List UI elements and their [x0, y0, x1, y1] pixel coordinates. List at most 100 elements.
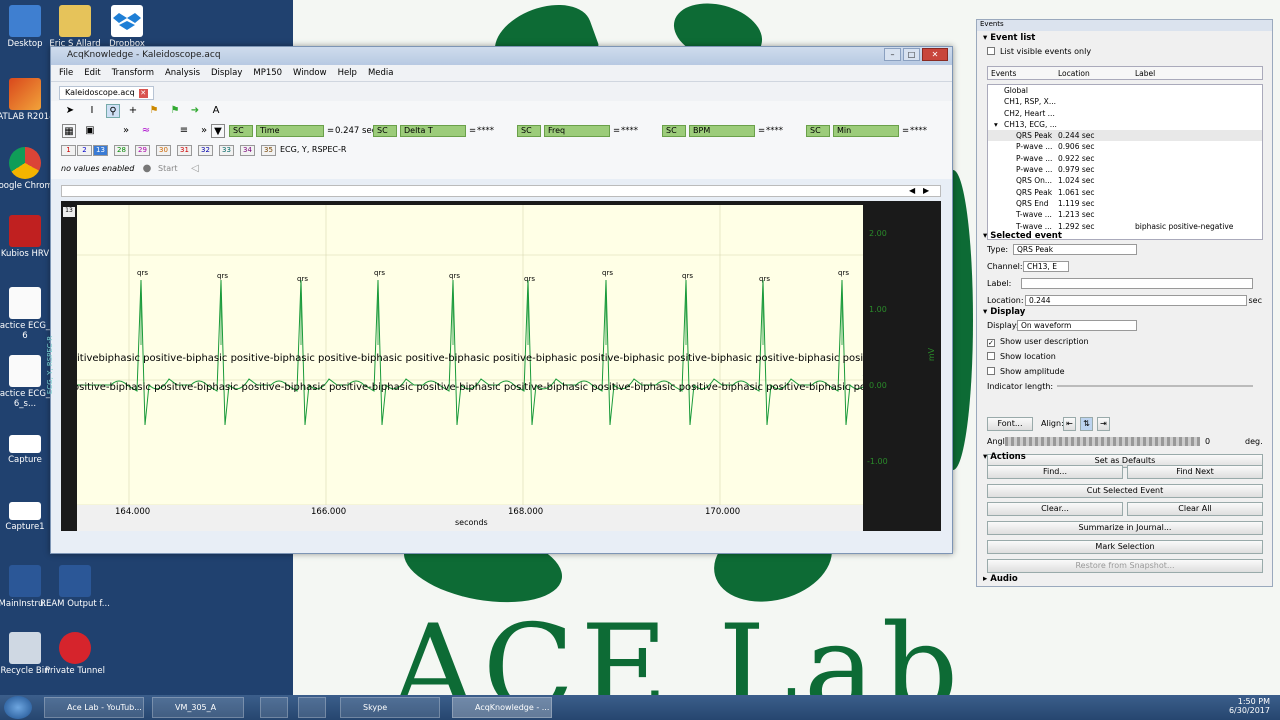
desktop-icon-ream-output[interactable]: REAM Output f...: [40, 565, 110, 609]
measure-5-type[interactable]: Min: [833, 125, 899, 137]
taskbar-item-chrome[interactable]: Ace Lab - YouTub...: [44, 697, 144, 718]
channel-button-29[interactable]: 29: [135, 145, 150, 156]
menu-display[interactable]: Display: [211, 68, 242, 81]
event-flag-icon[interactable]: ⚑: [147, 104, 161, 118]
column-label[interactable]: Label: [1135, 69, 1155, 78]
find-button[interactable]: Find...: [987, 465, 1123, 479]
window-titlebar[interactable]: AcqKnowledge - Kaleidoscope.acq – □ ✕: [51, 47, 952, 65]
menu-file[interactable]: File: [59, 68, 73, 81]
column-location[interactable]: Location: [1058, 69, 1090, 78]
channel-button-28[interactable]: 28: [114, 145, 129, 156]
start-button[interactable]: Start: [158, 164, 178, 173]
align-left-icon[interactable]: ⇤: [1063, 417, 1076, 431]
list-item[interactable]: P-wave ... 0.922 sec: [988, 153, 1262, 164]
list-item[interactable]: Global: [988, 85, 1262, 96]
list-item[interactable]: CH1, RSP, X...: [988, 96, 1262, 107]
angle-value[interactable]: 0: [1205, 435, 1210, 448]
expand-icon[interactable]: »: [119, 124, 133, 138]
document-tab[interactable]: Kaleidoscope.acq ✕: [59, 86, 154, 100]
align-right-icon[interactable]: ⇥: [1097, 417, 1110, 431]
display-heading[interactable]: ▾ Display: [977, 305, 1272, 319]
actions-heading[interactable]: ▾ Actions: [977, 450, 1272, 464]
show-user-description-checkbox[interactable]: ✓ Show user description: [977, 335, 1272, 348]
ibeam-tool-icon[interactable]: I: [85, 104, 99, 118]
measure-5-channel[interactable]: SC: [806, 125, 830, 137]
find-next-button[interactable]: Find Next: [1127, 465, 1263, 479]
menu-media[interactable]: Media: [368, 68, 394, 81]
menu-transform[interactable]: Transform: [112, 68, 154, 81]
taskbar-item-media[interactable]: [298, 697, 326, 718]
list-item[interactable]: T-wave ... 1.213 sec: [988, 209, 1262, 220]
scroll-left-icon[interactable]: ◀: [909, 186, 919, 196]
channel-select[interactable]: CH13, E: [1023, 261, 1069, 272]
measure-2-type[interactable]: Delta T: [400, 125, 466, 137]
menu-window[interactable]: Window: [293, 68, 327, 81]
taskbar-item-excel[interactable]: [260, 697, 288, 718]
selected-event-heading[interactable]: ▾ Selected event: [977, 229, 1272, 243]
display-select[interactable]: On waveform: [1017, 320, 1137, 331]
overview-scrollbar[interactable]: [61, 185, 941, 197]
column-events[interactable]: Events: [991, 69, 1016, 78]
show-location-checkbox[interactable]: Show location: [977, 350, 1272, 363]
measure-3-type[interactable]: Freq: [544, 125, 610, 137]
channel-button-13[interactable]: 13: [93, 145, 108, 156]
indicator-length-slider[interactable]: [1057, 385, 1253, 387]
close-button[interactable]: ✕: [922, 48, 948, 61]
list-item[interactable]: QRS End 1.119 sec: [988, 198, 1262, 209]
label-input[interactable]: [1021, 278, 1253, 289]
type-select[interactable]: QRS Peak: [1013, 244, 1137, 255]
list-item[interactable]: QRS Peak 1.061 sec: [988, 187, 1262, 198]
measure-1-type[interactable]: Time: [256, 125, 324, 137]
dropdown-arrow-icon[interactable]: ▼: [211, 124, 225, 138]
start-button-icon[interactable]: [4, 696, 32, 719]
clear-button[interactable]: Clear...: [987, 502, 1123, 516]
channel-button-2[interactable]: 2: [77, 145, 92, 156]
align-center-icon[interactable]: ⇅: [1080, 417, 1093, 431]
zoom-tool-icon[interactable]: ⚲: [106, 104, 120, 118]
maximize-button[interactable]: □: [903, 48, 920, 61]
arrow-tool-icon[interactable]: ➤: [63, 104, 77, 118]
close-tab-icon[interactable]: ✕: [138, 89, 148, 98]
list-item[interactable]: ▾ CH13, ECG, ...: [988, 119, 1262, 130]
channel-button-31[interactable]: 31: [177, 145, 192, 156]
channel-button-32[interactable]: 32: [198, 145, 213, 156]
expand-icon[interactable]: »: [197, 124, 211, 138]
measure-4-type[interactable]: BPM: [689, 125, 755, 137]
crosshair-tool-icon[interactable]: +: [126, 104, 140, 118]
rewind-icon[interactable]: ◁: [188, 162, 202, 176]
event-tool-icon[interactable]: ⚑: [168, 104, 182, 118]
list-item[interactable]: P-wave ... 0.906 sec: [988, 141, 1262, 152]
grid-icon[interactable]: ▦: [62, 124, 76, 138]
channel-button-30[interactable]: 30: [156, 145, 171, 156]
desktop-icon-private-tunnel[interactable]: Private Tunnel: [40, 632, 110, 676]
scroll-right-icon[interactable]: ▶: [923, 186, 933, 196]
list-item[interactable]: P-wave ... 0.979 sec: [988, 164, 1262, 175]
arrange-icon[interactable]: ≡: [177, 124, 191, 138]
list-item[interactable]: QRS Peak 0.244 sec: [988, 130, 1262, 142]
channel-button-1[interactable]: 1: [61, 145, 76, 156]
wave-icon[interactable]: ≈: [139, 124, 153, 138]
show-amplitude-checkbox[interactable]: Show amplitude: [977, 365, 1272, 378]
list-visible-only-checkbox[interactable]: List visible events only: [977, 45, 1272, 58]
list-item[interactable]: CH2, Heart ...: [988, 108, 1262, 119]
expand-arrow-icon[interactable]: ▾: [994, 119, 998, 130]
measure-3-channel[interactable]: SC: [517, 125, 541, 137]
menu-help[interactable]: Help: [338, 68, 357, 81]
clock[interactable]: 1:50 PM 6/30/2017: [1200, 697, 1270, 715]
cut-selected-event-button[interactable]: Cut Selected Event: [987, 484, 1263, 498]
layout-icon[interactable]: ▣: [83, 124, 97, 138]
menu-mp150[interactable]: MP150: [253, 68, 282, 81]
record-icon[interactable]: ●: [140, 162, 154, 176]
channel-button-34[interactable]: 34: [240, 145, 255, 156]
list-item[interactable]: QRS On... 1.024 sec: [988, 175, 1262, 186]
channel-button-33[interactable]: 33: [219, 145, 234, 156]
annotate-icon[interactable]: A: [209, 104, 223, 118]
audio-section[interactable]: ▸ Audio: [977, 572, 1018, 586]
taskbar-item-folder[interactable]: VM_305_A: [152, 697, 244, 718]
font-button[interactable]: Font...: [987, 417, 1033, 431]
menu-analysis[interactable]: Analysis: [165, 68, 200, 81]
event-list-section[interactable]: ▾ Event list: [977, 31, 1272, 45]
measure-1-channel[interactable]: SC: [229, 125, 253, 137]
desktop-icon-dropbox[interactable]: Dropbox: [92, 5, 162, 49]
next-arrow-icon[interactable]: ➜: [188, 104, 202, 118]
